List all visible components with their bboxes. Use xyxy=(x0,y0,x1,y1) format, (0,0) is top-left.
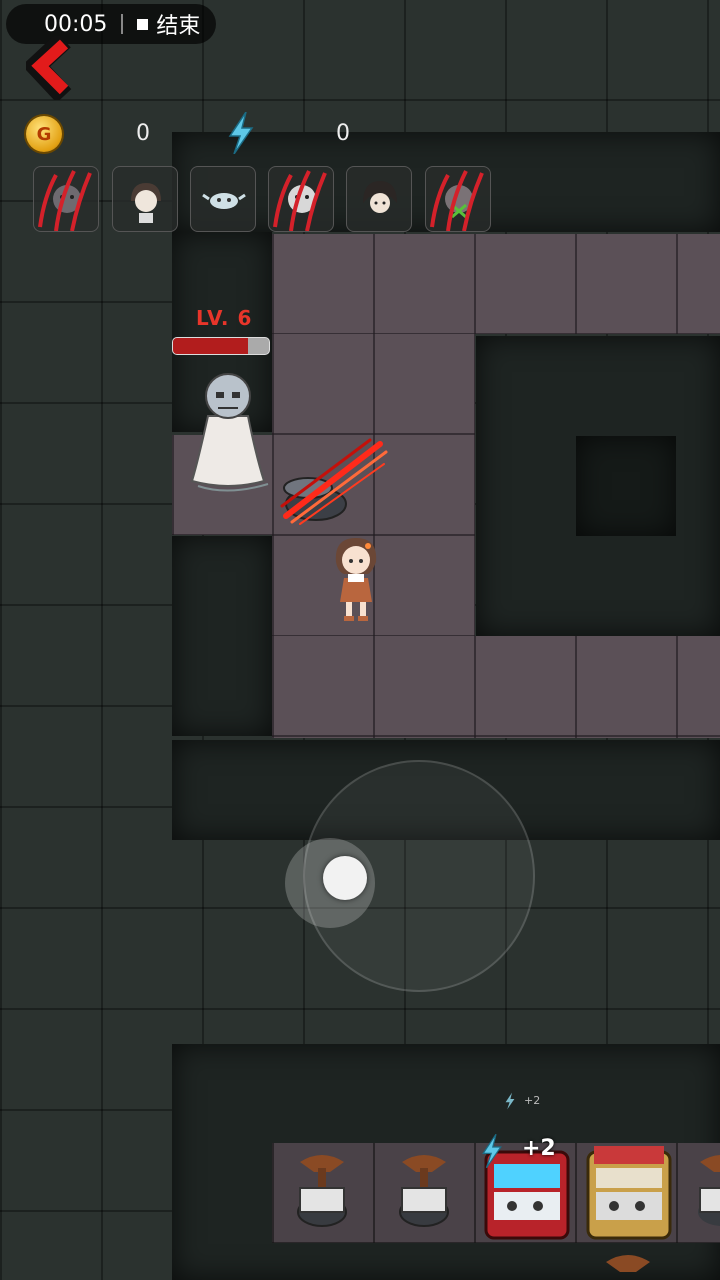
energy-count: 0 xyxy=(336,121,350,146)
spirit-portrait[interactable] xyxy=(190,166,256,232)
claw-mark-icon xyxy=(273,170,327,231)
arcade-machine-red[interactable] xyxy=(584,1146,674,1242)
small-bolt-icon xyxy=(505,1092,515,1110)
bucket-brush-item-2[interactable] xyxy=(392,1150,456,1230)
ghost-portrait-2[interactable] xyxy=(268,166,334,232)
small-energy-gain: +2 xyxy=(524,1094,541,1107)
bucket-brush-item-4[interactable] xyxy=(596,1250,660,1280)
joystick-knob[interactable] xyxy=(323,856,367,900)
big-energy-gain: +2 xyxy=(522,1136,556,1161)
slash-effect xyxy=(280,438,388,525)
girl-portrait[interactable] xyxy=(112,166,178,232)
divider xyxy=(121,14,124,34)
claw-mark-icon xyxy=(430,170,484,231)
record-time: 00:05 xyxy=(44,11,108,37)
ghost-portrait-1[interactable] xyxy=(33,166,99,232)
ghost-enemy[interactable] xyxy=(178,366,278,496)
end-button[interactable]: 结束 xyxy=(156,8,200,40)
enemy-hp-bar xyxy=(172,337,270,355)
enemy-level: LV. 6 xyxy=(196,306,253,330)
claw-mark-icon xyxy=(38,170,92,231)
floor-upper xyxy=(272,234,720,334)
player-character[interactable] xyxy=(328,532,384,624)
bucket-brush-item-3[interactable] xyxy=(690,1150,720,1230)
floor-lower xyxy=(272,636,720,738)
coin-count: 0 xyxy=(136,121,150,146)
room-pit xyxy=(576,436,676,536)
ghost-portrait-3[interactable] xyxy=(425,166,491,232)
big-bolt-icon xyxy=(482,1134,502,1168)
stop-icon[interactable] xyxy=(137,18,149,30)
bucket-brush-item-1[interactable] xyxy=(290,1150,354,1230)
back-arrow-icon[interactable] xyxy=(26,36,90,100)
coin-icon: G xyxy=(26,116,62,152)
energy-bolt-icon xyxy=(228,112,254,154)
boy-portrait[interactable] xyxy=(346,166,412,232)
wall-middle xyxy=(172,536,272,736)
enemy-hp-fill xyxy=(173,338,248,354)
